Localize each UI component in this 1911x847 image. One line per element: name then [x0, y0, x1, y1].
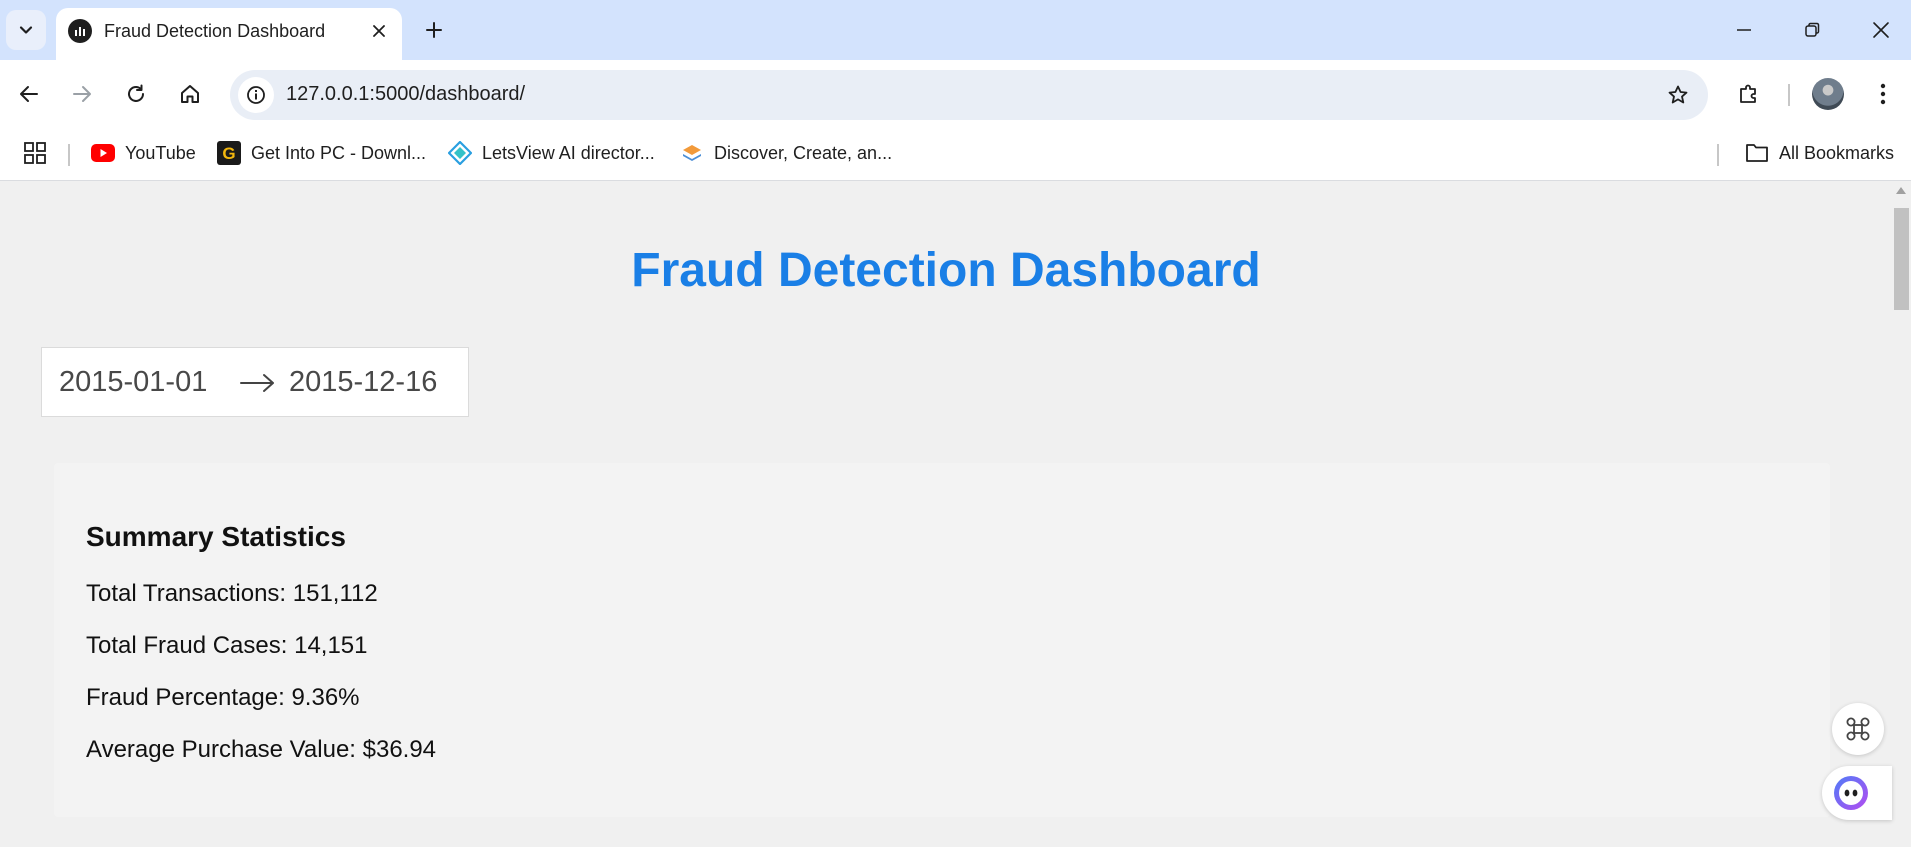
- tab-title: Fraud Detection Dashboard: [104, 21, 326, 41]
- getintopc-icon: G: [217, 141, 241, 165]
- restore-icon: [1805, 22, 1820, 37]
- page-scrollbar[interactable]: [1892, 181, 1911, 847]
- close-icon: [1873, 22, 1889, 38]
- letsview-icon: [448, 141, 472, 165]
- arrow-right-icon: [240, 374, 274, 392]
- tab-active[interactable]: Fraud Detection Dashboard: [56, 8, 402, 60]
- svg-text:G: G: [222, 144, 235, 163]
- scroll-up-arrow-icon[interactable]: [1896, 187, 1906, 194]
- minimize-button[interactable]: [1716, 8, 1772, 52]
- page-title: Fraud Detection Dashboard: [631, 244, 1261, 297]
- info-icon: [247, 86, 265, 104]
- arrow-right-icon: [73, 86, 91, 102]
- page-content: Fraud Detection Dashboard 2015-01-01 201…: [0, 181, 1892, 847]
- all-bookmarks-button[interactable]: All Bookmarks: [1745, 136, 1894, 170]
- summary-heading: Summary Statistics: [86, 521, 346, 552]
- more-vertical-icon: [1880, 83, 1886, 105]
- new-tab-button[interactable]: [418, 14, 450, 46]
- layers-icon: [680, 141, 704, 165]
- close-window-button[interactable]: [1853, 8, 1909, 52]
- scrollbar-thumb[interactable]: [1894, 208, 1909, 310]
- restore-button[interactable]: [1784, 8, 1840, 52]
- bookmark-discover[interactable]: Discover, Create, an...: [680, 136, 892, 170]
- date-range-picker[interactable]: 2015-01-01 2015-12-16: [41, 347, 469, 417]
- bookmarks-bar: YouTube G Get Into PC - Downl... LetsVie…: [0, 128, 1911, 181]
- toolbar-separator: [1788, 84, 1790, 106]
- floating-grid-button[interactable]: [1832, 703, 1884, 755]
- bookmark-getintopc[interactable]: G Get Into PC - Downl...: [217, 136, 426, 170]
- folder-icon: [1745, 141, 1769, 165]
- bookmark-letsview[interactable]: LetsView AI director...: [448, 136, 655, 170]
- reload-icon: [128, 84, 144, 102]
- puzzle-icon: [1740, 84, 1756, 103]
- bookmark-label: Get Into PC - Downl...: [251, 142, 427, 163]
- chrome-menu-button[interactable]: [1863, 74, 1903, 114]
- site-info-button[interactable]: [238, 77, 274, 113]
- all-bookmarks-label: All Bookmarks: [1779, 142, 1895, 163]
- stat-fraud-percentage: Fraud Percentage: 9.36%: [86, 684, 360, 711]
- tab-strip: Fraud Detection Dashboard: [0, 0, 1911, 60]
- url-text[interactable]: 127.0.0.1:5000/dashboard/: [286, 83, 525, 106]
- stat-total-fraud-cases: Total Fraud Cases: 14,151: [86, 632, 368, 659]
- bookmarks-separator: [68, 144, 70, 166]
- command-icon: [1846, 717, 1870, 741]
- start-date-input[interactable]: 2015-01-01: [59, 366, 207, 399]
- forward-button[interactable]: [62, 74, 102, 114]
- bookmark-label: Discover, Create, an...: [714, 142, 893, 163]
- profile-avatar[interactable]: [1812, 78, 1844, 110]
- bookmark-label: LetsView AI director...: [482, 142, 655, 163]
- assistant-bot-icon: [1834, 776, 1868, 810]
- stat-total-transactions: Total Transactions: 151,112: [86, 580, 378, 607]
- home-icon: [181, 85, 199, 103]
- bookmark-star-button[interactable]: [1662, 79, 1694, 111]
- bookmark-label: YouTube: [125, 142, 196, 163]
- arrow-left-icon: [20, 86, 38, 102]
- extensions-button[interactable]: [1729, 74, 1769, 114]
- browser-toolbar: 127.0.0.1:5000/dashboard/: [0, 60, 1911, 128]
- reload-button[interactable]: [116, 74, 156, 114]
- bookmarks-separator: [1717, 144, 1719, 166]
- minimize-icon: [1737, 29, 1751, 31]
- apps-grid-icon: [24, 142, 46, 164]
- apps-button[interactable]: [20, 138, 50, 168]
- summary-statistics-card: Summary Statistics Total Transactions: 1…: [54, 463, 1830, 817]
- tab-close-button[interactable]: [366, 18, 392, 44]
- close-icon: [373, 25, 385, 37]
- chevron-down-icon: [19, 26, 33, 34]
- plus-icon: [426, 22, 442, 38]
- tab-search-button[interactable]: [6, 10, 46, 50]
- youtube-icon: [91, 141, 115, 165]
- bookmark-youtube[interactable]: YouTube: [91, 136, 196, 170]
- floating-assistant-button[interactable]: [1822, 766, 1892, 820]
- end-date-input[interactable]: 2015-12-16: [289, 366, 437, 399]
- stat-average-purchase-value: Average Purchase Value: $36.94: [86, 736, 437, 763]
- star-icon: [1668, 85, 1688, 104]
- address-bar[interactable]: 127.0.0.1:5000/dashboard/: [230, 70, 1708, 120]
- dashboard-favicon-icon: [68, 19, 92, 43]
- back-button[interactable]: [9, 74, 49, 114]
- home-button[interactable]: [170, 74, 210, 114]
- browser-window: Fraud Detection Dashboard 127.0.0.1:5000…: [0, 0, 1911, 847]
